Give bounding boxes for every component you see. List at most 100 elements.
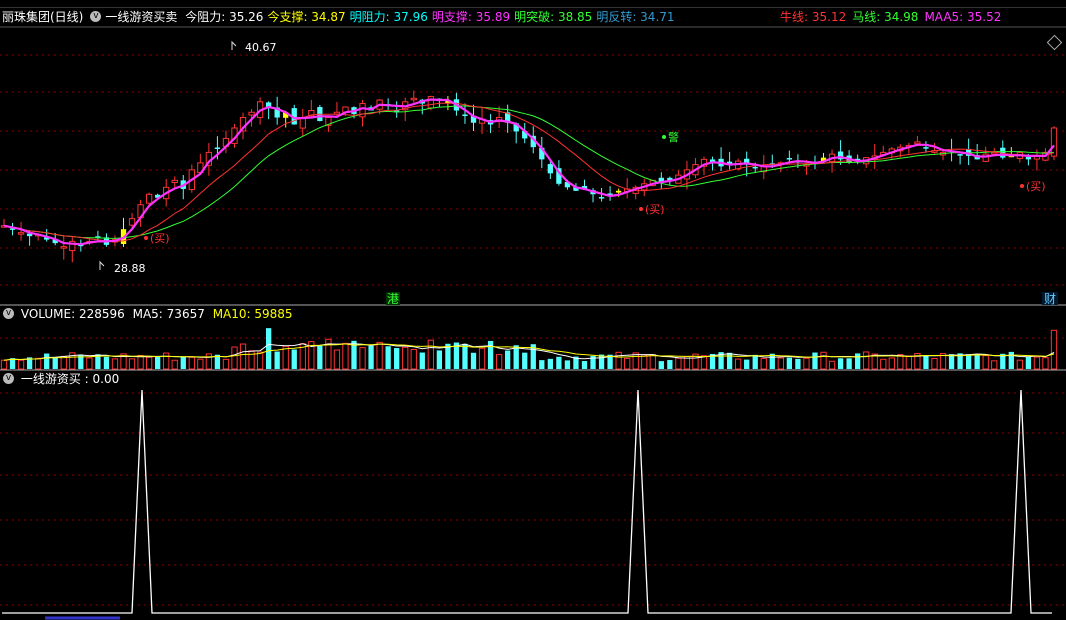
volume-bar [991, 360, 998, 370]
volume-bar [265, 328, 272, 369]
candle-body [1050, 127, 1058, 157]
volume-bar [795, 358, 801, 369]
volume-bar [777, 357, 784, 370]
volume-bar [239, 343, 247, 370]
volume-bar [828, 360, 836, 370]
volume-bar [368, 345, 374, 369]
volume-ma10-line [3, 343, 1055, 361]
volume-bar [256, 351, 264, 370]
volume-bar [171, 359, 178, 370]
volume-bar [1008, 351, 1014, 369]
volume-bar [410, 348, 417, 370]
candle-body [214, 147, 221, 149]
indicator-value: : 0.00 [84, 372, 120, 386]
volume-bar [462, 343, 468, 369]
candle-body [786, 158, 793, 160]
buy-dot [639, 207, 643, 211]
volume-bar [1042, 357, 1049, 370]
chevron-down-icon[interactable]: v [3, 373, 14, 384]
volume-bar [974, 354, 980, 369]
volume-bar [44, 353, 50, 369]
volume-bar [632, 352, 639, 370]
candle-body [1025, 157, 1032, 160]
volume-bar [487, 340, 494, 369]
volume-bar [786, 357, 793, 369]
candle-body [462, 114, 468, 116]
volume-bar [342, 342, 349, 370]
niu-line-red [3, 102, 1055, 242]
volume-bar [803, 357, 810, 370]
high-marker [231, 40, 237, 50]
candle-body [914, 141, 921, 145]
volume-bar [624, 357, 631, 370]
volume-bar [897, 354, 904, 370]
volume-bar [222, 358, 230, 370]
volume-bar [863, 351, 870, 370]
volume-bar [649, 354, 656, 370]
volume-ma10-label: MA10: [212, 307, 251, 321]
volume-bar [769, 353, 775, 369]
volume-bar [752, 354, 758, 369]
volume-bar [145, 356, 153, 370]
volume-bar [180, 356, 186, 369]
volume-ma5-value: 73657 [166, 307, 205, 321]
buy-dot [144, 236, 148, 240]
volume-bar [965, 354, 972, 369]
volume-bar [888, 357, 895, 370]
volume-bar [317, 345, 323, 369]
volume-bar [394, 348, 400, 369]
volume-bar [419, 352, 425, 369]
volume-bar [812, 352, 818, 369]
volume-bar [505, 350, 511, 369]
indicator-line [2, 389, 1052, 614]
volume-bar [197, 358, 204, 370]
volume-bar [522, 352, 528, 369]
volume-bar [495, 354, 503, 370]
candle-body [427, 96, 434, 109]
ma-line-green [3, 105, 1055, 239]
volume-bar [923, 355, 929, 369]
buy-dot [1020, 184, 1024, 188]
volume-bar [820, 351, 827, 370]
volume-bar [667, 360, 673, 369]
volume-bar [1016, 359, 1024, 370]
volume-bar [513, 345, 519, 369]
volume-bar [855, 353, 861, 369]
candle-body [615, 190, 622, 193]
volume-bar [641, 354, 648, 370]
volume-bar [385, 346, 391, 369]
volume-bar [248, 350, 255, 370]
volume-value: 228596 [78, 307, 125, 321]
volume-bar [1025, 356, 1032, 369]
volume-bar [735, 358, 742, 370]
fin-label: 财 [1044, 292, 1056, 306]
volume-bar [137, 354, 144, 370]
chevron-down-icon[interactable]: v [3, 308, 14, 319]
indicator-label: 一线游资买 [20, 372, 81, 386]
candle-body [598, 197, 605, 199]
volume-bar [359, 347, 366, 370]
volume-bar [470, 352, 477, 369]
indicator-header: v 一线游资买 : 0.00 [0, 370, 119, 388]
volume-bar [35, 357, 42, 370]
volume-label: VOLUME: [20, 307, 76, 321]
volume-bar [205, 353, 213, 370]
volume-bar [880, 358, 887, 370]
volume-bar [128, 358, 136, 370]
volume-bar [52, 356, 58, 369]
volume-bar [556, 356, 562, 369]
volume-bar [615, 351, 622, 370]
volume-bar [760, 357, 767, 370]
high-label: 40.67 [245, 41, 277, 54]
volume-bar [274, 351, 280, 369]
volume-bar [231, 346, 238, 370]
volume-bar [188, 356, 195, 370]
volume-bar [17, 359, 25, 370]
volume-ma5-label: MA5: [132, 307, 163, 321]
candle-body [171, 179, 178, 184]
warn-label: 警 [668, 130, 679, 144]
candle-body [547, 164, 553, 174]
volume-bar [155, 356, 161, 369]
volume-bar [837, 358, 844, 369]
volume-ma10-value: 59885 [254, 307, 293, 321]
